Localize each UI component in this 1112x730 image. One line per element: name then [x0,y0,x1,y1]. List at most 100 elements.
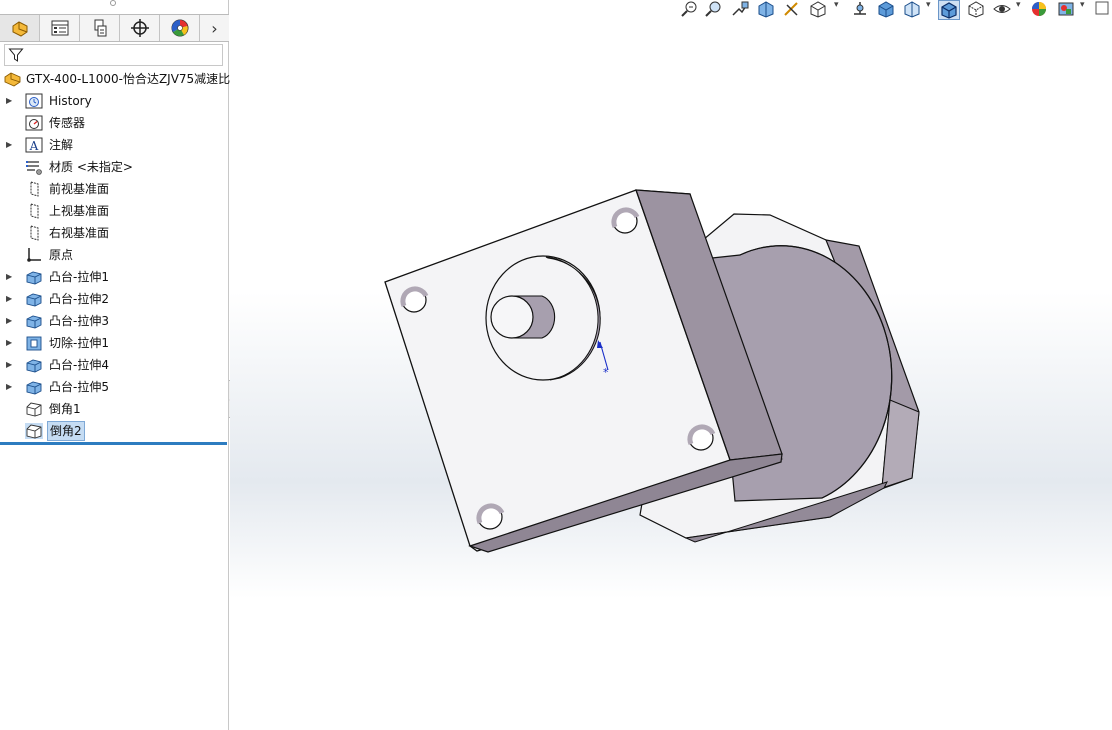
expand-arrow-icon[interactable]: ▶ [6,266,16,288]
plane-icon [25,225,43,241]
tree-item-label: 上视基准面 [49,204,110,218]
display-manager-icon [171,19,188,37]
tree-item-label: 右视基准面 [49,226,110,240]
tree-item-label: 凸台-拉伸1 [49,270,109,284]
heads-up-view-toolbar: ▾ ▾ ▾ ▾ [676,0,1112,20]
boss-extrude-icon [25,313,43,329]
chamfer-icon [25,423,43,439]
chevron-down-icon[interactable]: ▾ [834,0,839,10]
display-style-icon[interactable] [850,0,870,21]
tree-item-label: 凸台-拉伸4 [49,358,109,372]
boss-extrude-icon [25,357,43,373]
tree-item-history[interactable]: ▶ History [0,90,229,112]
apply-scene-icon[interactable] [1056,0,1076,21]
tab-feature-manager[interactable] [0,15,40,41]
tree-item-label: 切除-拉伸1 [49,336,109,350]
rollback-bar[interactable] [0,442,227,445]
dynamic-annotation-icon[interactable] [782,0,802,21]
tree-item-boss-extrude-5[interactable]: ▶ 凸台-拉伸5 [0,376,229,398]
tree-item-front-plane[interactable]: 前视基准面 [0,178,229,200]
tab-property-manager[interactable] [40,15,80,41]
shaded-cube-icon[interactable] [876,0,896,21]
tree-item-cut-extrude-1[interactable]: ▶ 切除-拉伸1 [0,332,229,354]
chevron-down-icon[interactable]: ▾ [926,0,931,10]
plane-icon [25,203,43,219]
tree-item-label: 材质 <未指定> [49,160,133,174]
tree-item-label: 前视基准面 [49,182,110,196]
tree-item-boss-extrude-4[interactable]: ▶ 凸台-拉伸4 [0,354,229,376]
boss-extrude-icon [25,379,43,395]
chevron-down-icon[interactable]: ▾ [1016,0,1021,10]
svg-text:*: * [603,366,609,379]
edit-appearance-icon[interactable] [1030,0,1050,21]
tree-item-label: History [49,94,92,108]
tree-item-annotations[interactable]: ▶ A 注解 [0,134,229,156]
expand-arrow-icon[interactable]: ▶ [6,288,16,310]
eye-icon[interactable] [992,0,1012,21]
boss-extrude-icon [25,291,43,307]
material-icon [25,159,43,175]
tree-root-part[interactable]: GTX-400-L1000-怡合达ZJV75减速比 [0,68,231,90]
tree-item-material[interactable]: 材质 <未指定> [0,156,229,178]
filter-icon [8,48,24,62]
panel-grip[interactable] [110,0,116,6]
configuration-manager-icon [94,19,106,37]
view-settings-icon[interactable] [1094,0,1110,21]
tree-item-label: 凸台-拉伸3 [49,314,109,328]
chevron-down-icon[interactable]: ▾ [1080,0,1085,10]
wireframe-cube-icon[interactable] [966,0,986,21]
gear-reducer-model[interactable]: * [230,0,1112,730]
sensor-icon [25,115,43,131]
hide-show-items-icon[interactable] [902,0,922,21]
tree-item-label: 注解 [49,138,74,152]
boss-extrude-icon [25,269,43,285]
tree-item-label: 倒角2 [47,421,85,441]
tab-configuration-manager[interactable] [80,15,120,41]
tab-display-manager[interactable] [160,15,200,41]
feature-manager-panel: › GTX-400-L1000-怡合达ZJV75减速比 ▶ History 传感… [0,0,231,730]
tree-item-chamfer-1[interactable]: 倒角1 [0,398,229,420]
tree-item-label: 凸台-拉伸2 [49,292,109,306]
zoom-to-area-icon[interactable] [704,0,724,21]
manager-tabs: › [0,14,229,42]
chamfer-icon [25,401,43,417]
tree-item-right-plane[interactable]: 右视基准面 [0,222,229,244]
tree-root-label: GTX-400-L1000-怡合达ZJV75减速比 [26,72,231,86]
tree-item-sensors[interactable]: 传感器 [0,112,229,134]
view-orientation-icon[interactable] [808,0,828,21]
expand-arrow-icon[interactable]: ▶ [6,376,16,398]
annotation-icon: A [25,137,43,153]
section-view-icon[interactable] [756,0,776,21]
tree-item-label: 原点 [49,248,74,262]
expand-arrow-icon[interactable]: ▶ [6,90,16,112]
tree-item-label: 传感器 [49,116,86,130]
tree-item-boss-extrude-1[interactable]: ▶ 凸台-拉伸1 [0,266,229,288]
expand-arrow-icon[interactable]: ▶ [6,134,16,156]
tree-item-boss-extrude-3[interactable]: ▶ 凸台-拉伸3 [0,310,229,332]
tree-item-origin[interactable]: 原点 [0,244,229,266]
tree-item-boss-extrude-2[interactable]: ▶ 凸台-拉伸2 [0,288,229,310]
dimxpert-icon [130,19,149,37]
tree-filter-input[interactable] [4,44,223,66]
expand-arrow-icon[interactable]: ▶ [6,332,16,354]
graphics-area[interactable]: * [230,0,1112,730]
tree-item-top-plane[interactable]: 上视基准面 [0,200,229,222]
expand-arrow-icon[interactable]: ▶ [6,354,16,376]
svg-text:A: A [29,139,39,153]
zoom-to-fit-icon[interactable] [680,0,700,21]
tab-dimxpert-manager[interactable] [120,15,160,41]
origin-icon [25,247,43,263]
previous-view-icon[interactable] [730,0,750,21]
tree-item-chamfer-2[interactable]: 倒角2 [0,420,229,442]
cut-extrude-icon [25,335,43,351]
plane-icon [25,181,43,197]
tab-scroll-right[interactable]: › [200,15,229,41]
property-manager-icon [51,20,68,36]
feature-manager-icon [12,21,27,37]
tree-item-label: 倒角1 [49,402,81,416]
history-icon [25,93,43,109]
expand-arrow-icon[interactable]: ▶ [6,310,16,332]
tree-item-label: 凸台-拉伸5 [49,380,109,394]
shaded-with-edges-button[interactable] [938,0,960,20]
part-icon [4,71,22,87]
